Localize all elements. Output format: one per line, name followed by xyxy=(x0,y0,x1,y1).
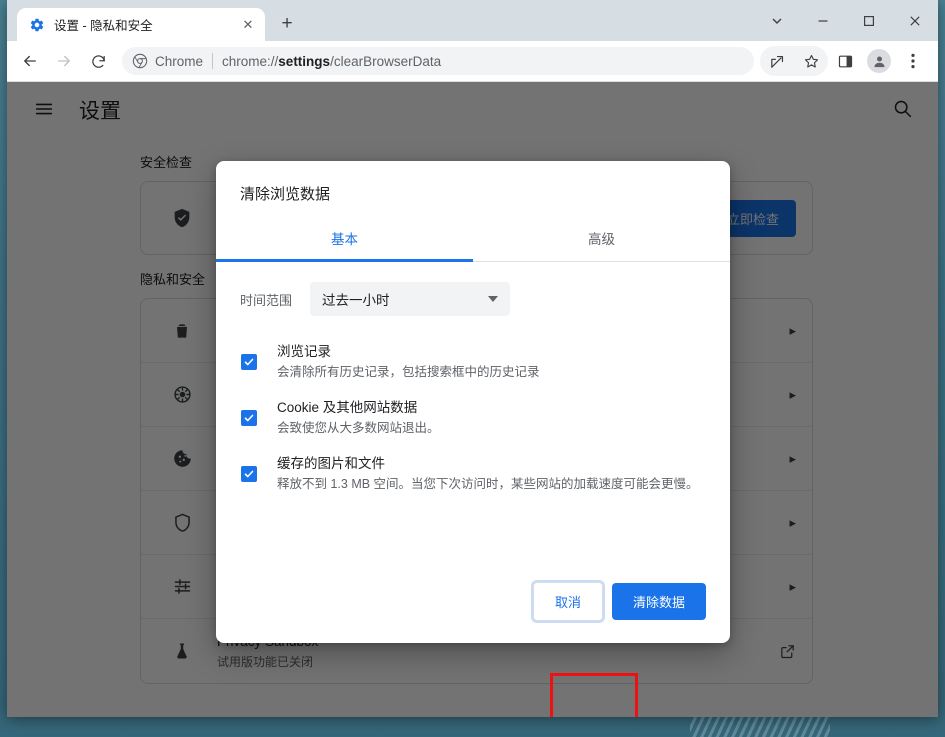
url-bold-segment: settings xyxy=(278,53,331,69)
dialog-tabs-rule xyxy=(216,259,730,262)
checkbox-subtitle: 释放不到 1.3 MB 空间。当您下次访问时，某些网站的加载速度可能会更慢。 xyxy=(277,477,699,491)
new-tab-button[interactable]: + xyxy=(273,10,301,38)
dialog-title: 清除浏览数据 xyxy=(240,186,331,203)
close-tab-icon[interactable]: ✕ xyxy=(239,16,257,34)
checkbox-text: 缓存的图片和文件 释放不到 1.3 MB 空间。当您下次访问时，某些网站的加载速… xyxy=(277,454,706,494)
star-icon[interactable] xyxy=(796,46,826,76)
profile-avatar-icon[interactable] xyxy=(864,46,894,76)
chrome-logo-icon xyxy=(132,53,148,69)
avatar xyxy=(867,49,891,73)
checkbox-title: 浏览记录 xyxy=(277,344,331,359)
security-chip-label: Chrome xyxy=(155,53,204,69)
checkbox-text: Cookie 及其他网站数据 会致使您从大多数网站退出。 xyxy=(277,398,706,438)
close-window-button[interactable] xyxy=(892,5,938,37)
share-icon[interactable] xyxy=(762,46,792,76)
minimize-button[interactable] xyxy=(800,5,846,37)
clear-data-button[interactable]: 清除数据 xyxy=(611,583,706,620)
checkbox-text: 浏览记录 会清除所有历史记录，包括搜索框中的历史记录 xyxy=(277,342,706,382)
tab-basic[interactable]: 基本 xyxy=(216,218,473,261)
dialog-body: 时间范围 过去一小时 浏览记录 会清除所有历史记录，包括搜索框中的历史记录 Co… xyxy=(216,262,730,582)
url-prefix: chrome:// xyxy=(222,53,279,69)
chevron-down-icon xyxy=(488,296,498,302)
dialog-tabs: 基本 高级 xyxy=(216,218,730,261)
checkbox-checked-icon[interactable] xyxy=(241,354,257,370)
tab-strip: 设置 - 隐私和安全 ✕ + xyxy=(7,0,938,41)
settings-page: 设置 安全检查 Chrome 可帮助您防范数据泄露、恶意扩展程序等 立即检查 xyxy=(7,82,938,717)
modal-layer: 清除浏览数据 基本 高级 时间范围 过去一小时 浏览记录 会清除所有历史记录，包… xyxy=(7,82,938,717)
address-bar[interactable]: Chrome chrome://settings/clearBrowserDat… xyxy=(122,47,754,75)
browser-tab-settings[interactable]: 设置 - 隐私和安全 ✕ xyxy=(17,8,265,41)
browser-toolbar: Chrome chrome://settings/clearBrowserDat… xyxy=(7,41,938,82)
chrome-browser-window: 设置 - 隐私和安全 ✕ + Chrome chrome://settings/… xyxy=(7,0,938,717)
tab-search-button[interactable] xyxy=(754,5,800,37)
url-suffix: /clearBrowserData xyxy=(330,53,442,69)
checkbox-item-cached-files[interactable]: 缓存的图片和文件 释放不到 1.3 MB 空间。当您下次访问时，某些网站的加载速… xyxy=(240,454,706,494)
checkbox-checked-icon[interactable] xyxy=(241,466,257,482)
window-controls xyxy=(754,0,938,41)
reload-icon[interactable] xyxy=(83,46,113,76)
checkbox-title: Cookie 及其他网站数据 xyxy=(277,400,418,415)
time-range-select[interactable]: 过去一小时 xyxy=(310,282,510,316)
back-arrow-icon[interactable] xyxy=(15,46,45,76)
omnibox-divider xyxy=(212,53,214,69)
checkbox-subtitle: 会清除所有历史记录，包括搜索框中的历史记录 xyxy=(277,365,540,379)
url-text: chrome://settings/clearBrowserData xyxy=(222,54,441,69)
checkbox-subtitle: 会致使您从大多数网站退出。 xyxy=(277,421,440,435)
tab-title-text: 设置 - 隐私和安全 xyxy=(54,19,153,33)
side-panel-icon[interactable] xyxy=(830,46,860,76)
time-range-label: 时间范围 xyxy=(240,292,293,308)
checkbox-item-browsing-history[interactable]: 浏览记录 会清除所有历史记录，包括搜索框中的历史记录 xyxy=(240,342,706,382)
three-dot-menu-icon[interactable] xyxy=(898,46,928,76)
maximize-button[interactable] xyxy=(846,5,892,37)
settings-gear-icon xyxy=(29,17,45,33)
omnibox-action-pill xyxy=(760,46,828,76)
forward-arrow-icon[interactable] xyxy=(49,46,79,76)
checkbox-checked-icon[interactable] xyxy=(241,410,257,426)
clear-browsing-data-dialog: 清除浏览数据 基本 高级 时间范围 过去一小时 浏览记录 会清除所有历史记录，包… xyxy=(216,161,730,643)
time-range-value: 过去一小时 xyxy=(322,293,390,308)
checkbox-item-cookies[interactable]: Cookie 及其他网站数据 会致使您从大多数网站退出。 xyxy=(240,398,706,438)
time-range-row: 时间范围 过去一小时 xyxy=(240,282,706,316)
tab-advanced[interactable]: 高级 xyxy=(473,218,730,261)
cancel-button[interactable]: 取消 xyxy=(532,582,603,621)
dialog-footer: 取消 清除数据 xyxy=(216,582,730,643)
checkbox-title: 缓存的图片和文件 xyxy=(277,456,385,471)
toolbar-right-actions xyxy=(760,46,930,76)
active-tab-underline xyxy=(216,259,473,262)
